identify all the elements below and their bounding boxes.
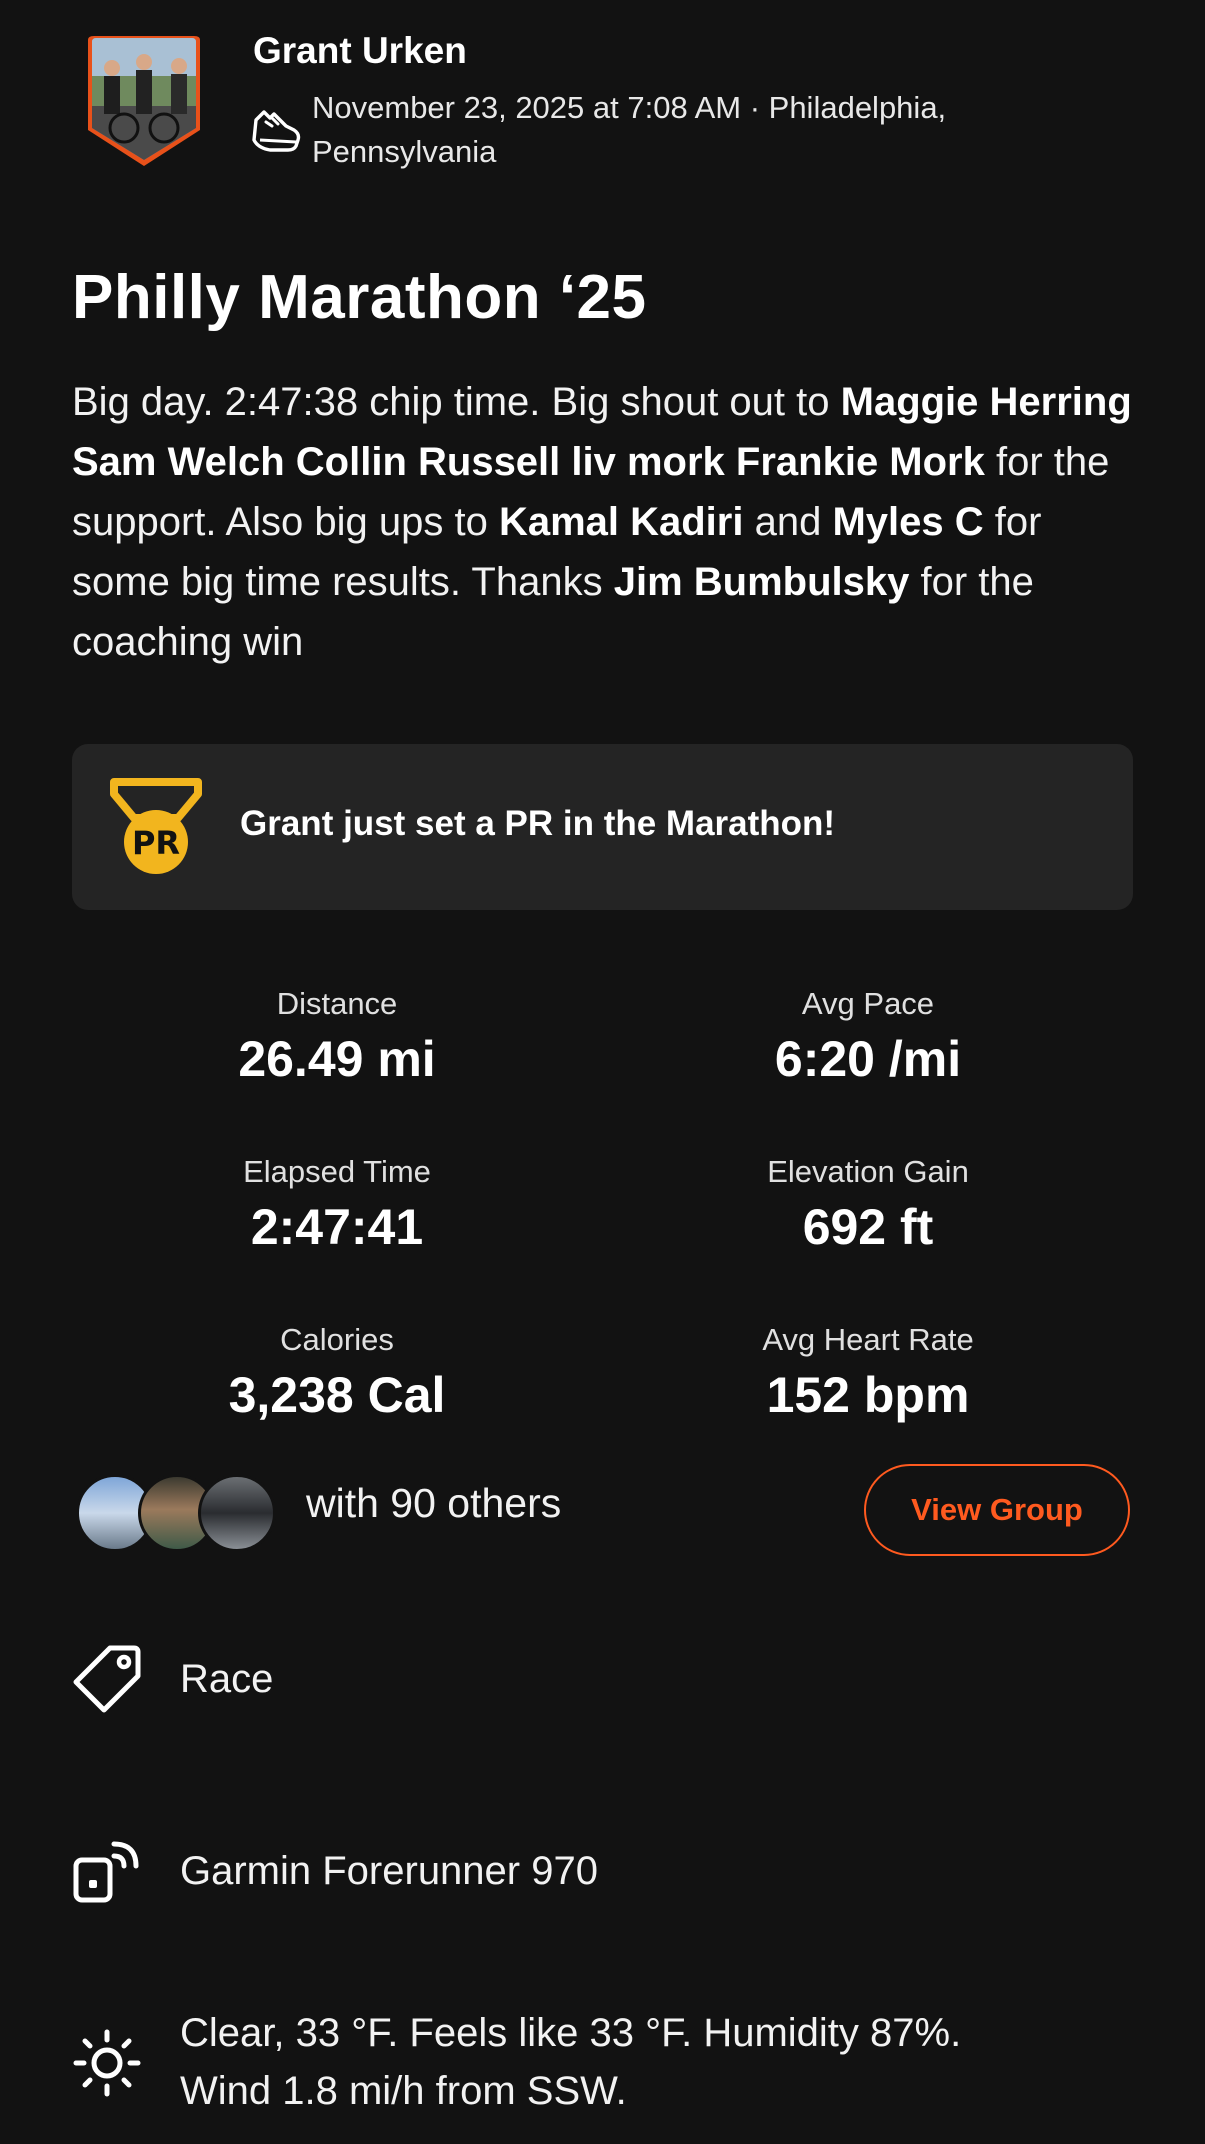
mention-jim[interactable]: Jim Bumbulsky (614, 560, 910, 604)
desc-text: Big day. 2:47:38 chip time. Big shout ou… (72, 380, 841, 424)
stat-avg-heart-rate: Avg Heart Rate 152 bpm (668, 1322, 1068, 1424)
stat-value: 692 ft (802, 1199, 934, 1255)
date-location-line1: November 23, 2025 at 7:08 AM · Philadelp… (312, 90, 947, 125)
stat-value: 3,238 Cal (228, 1367, 446, 1423)
activity-title: Philly Marathon ‘25 (72, 263, 647, 332)
running-shoe-icon (252, 110, 301, 152)
stat-label: Avg Heart Rate (762, 1322, 974, 1357)
pr-badge-text: PR (132, 824, 180, 862)
date-location-line2: Pennsylvania (312, 134, 497, 169)
stat-value: 6:20 /mi (774, 1031, 962, 1087)
activity-description: Big day. 2:47:38 chip time. Big shout ou… (72, 372, 1132, 672)
pr-message: Grant just set a PR in the Marathon! (240, 804, 836, 843)
stat-label: Elapsed Time (243, 1154, 431, 1189)
stat-elevation-gain: Elevation Gain 692 ft (668, 1154, 1068, 1256)
device-name: Garmin Forerunner 970 (180, 1849, 598, 1893)
group-others-text[interactable]: with 90 others (306, 1480, 561, 1527)
athlete-avatar[interactable] (84, 36, 204, 166)
stat-value: 26.49 mi (238, 1031, 436, 1087)
pr-medal-icon: PR (110, 778, 202, 874)
athlete-name[interactable]: Grant Urken (253, 30, 467, 72)
weather-line1: Clear, 33 °F. Feels like 33 °F. Humidity… (180, 2011, 962, 2055)
view-group-button[interactable]: View Group (864, 1464, 1130, 1556)
mention-myles[interactable]: Myles C (832, 500, 983, 544)
activity-date-location: November 23, 2025 at 7:08 AM · Philadelp… (312, 86, 1072, 174)
stat-avg-pace: Avg Pace 6:20 /mi (668, 986, 1068, 1088)
stat-distance: Distance 26.49 mi (137, 986, 537, 1088)
weather-line2: Wind 1.8 mi/h from SSW. (180, 2069, 627, 2113)
sun-icon (73, 2029, 141, 2097)
stat-label: Distance (276, 986, 398, 1021)
stat-value: 2:47:41 (250, 1199, 424, 1255)
stat-value: 152 bpm (766, 1367, 970, 1423)
desc-text: and (743, 500, 833, 544)
stat-calories: Calories 3,238 Cal (137, 1322, 537, 1424)
stat-elapsed-time: Elapsed Time 2:47:41 (137, 1154, 537, 1256)
activity-tag: Race (180, 1657, 274, 1701)
stat-label: Avg Pace (801, 986, 935, 1021)
connected-device-icon (73, 1841, 139, 1903)
stat-label: Calories (280, 1322, 394, 1357)
mention-kamal[interactable]: Kamal Kadiri (499, 500, 744, 544)
weather-summary: Clear, 33 °F. Feels like 33 °F. Humidity… (180, 2004, 1180, 2120)
tag-icon (73, 1645, 141, 1713)
group-member-avatar[interactable] (198, 1474, 276, 1552)
stat-label: Elevation Gain (767, 1154, 969, 1189)
